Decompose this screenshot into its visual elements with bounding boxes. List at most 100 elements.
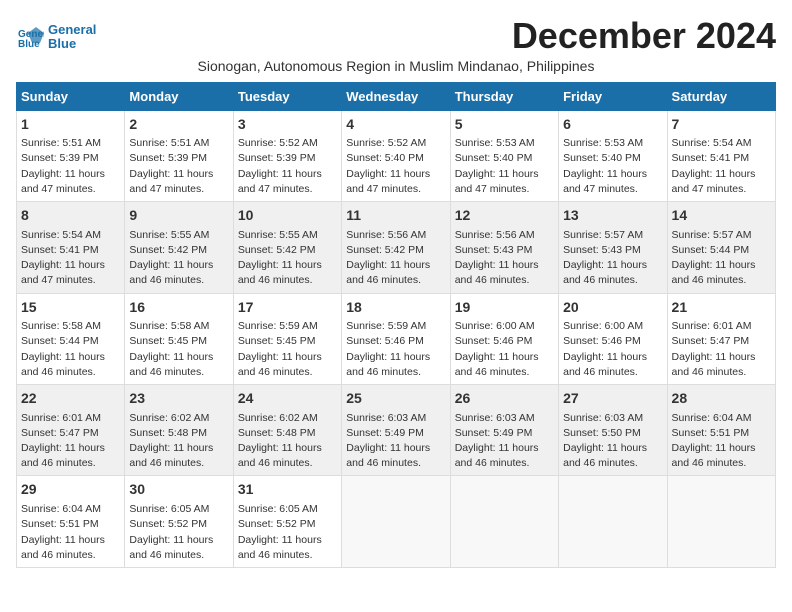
calendar-cell: 20Sunrise: 6:00 AMSunset: 5:46 PMDayligh… [559, 293, 667, 384]
calendar-cell: 29Sunrise: 6:04 AMSunset: 5:51 PMDayligh… [17, 476, 125, 567]
calendar-cell: 6Sunrise: 5:53 AMSunset: 5:40 PMDaylight… [559, 110, 667, 201]
day-number: 1 [21, 115, 120, 135]
calendar-week-row: 8Sunrise: 5:54 AMSunset: 5:41 PMDaylight… [17, 202, 776, 293]
cell-content: Sunrise: 6:02 AMSunset: 5:48 PMDaylight:… [129, 411, 228, 472]
day-number: 29 [21, 480, 120, 500]
calendar-cell: 26Sunrise: 6:03 AMSunset: 5:49 PMDayligh… [450, 385, 558, 476]
logo: General Blue General Blue [16, 23, 96, 52]
day-number: 23 [129, 389, 228, 409]
day-number: 6 [563, 115, 662, 135]
calendar-header-row: SundayMondayTuesdayWednesdayThursdayFrid… [17, 82, 776, 110]
calendar-cell: 30Sunrise: 6:05 AMSunset: 5:52 PMDayligh… [125, 476, 233, 567]
calendar-cell: 31Sunrise: 6:05 AMSunset: 5:52 PMDayligh… [233, 476, 341, 567]
calendar-header-thursday: Thursday [450, 82, 558, 110]
calendar-cell: 14Sunrise: 5:57 AMSunset: 5:44 PMDayligh… [667, 202, 775, 293]
calendar-cell: 25Sunrise: 6:03 AMSunset: 5:49 PMDayligh… [342, 385, 450, 476]
calendar-cell: 28Sunrise: 6:04 AMSunset: 5:51 PMDayligh… [667, 385, 775, 476]
cell-content: Sunrise: 5:58 AMSunset: 5:45 PMDaylight:… [129, 319, 228, 380]
cell-content: Sunrise: 5:54 AMSunset: 5:41 PMDaylight:… [21, 228, 120, 289]
cell-content: Sunrise: 5:52 AMSunset: 5:40 PMDaylight:… [346, 136, 445, 197]
calendar-header-monday: Monday [125, 82, 233, 110]
calendar-header-wednesday: Wednesday [342, 82, 450, 110]
calendar-cell: 4Sunrise: 5:52 AMSunset: 5:40 PMDaylight… [342, 110, 450, 201]
calendar-cell [559, 476, 667, 567]
day-number: 20 [563, 298, 662, 318]
calendar-cell: 11Sunrise: 5:56 AMSunset: 5:42 PMDayligh… [342, 202, 450, 293]
day-number: 12 [455, 206, 554, 226]
day-number: 10 [238, 206, 337, 226]
cell-content: Sunrise: 6:03 AMSunset: 5:49 PMDaylight:… [455, 411, 554, 472]
day-number: 28 [672, 389, 771, 409]
cell-content: Sunrise: 5:51 AMSunset: 5:39 PMDaylight:… [21, 136, 120, 197]
day-number: 9 [129, 206, 228, 226]
calendar-cell: 3Sunrise: 5:52 AMSunset: 5:39 PMDaylight… [233, 110, 341, 201]
calendar-week-row: 29Sunrise: 6:04 AMSunset: 5:51 PMDayligh… [17, 476, 776, 567]
cell-content: Sunrise: 6:01 AMSunset: 5:47 PMDaylight:… [672, 319, 771, 380]
calendar-cell: 13Sunrise: 5:57 AMSunset: 5:43 PMDayligh… [559, 202, 667, 293]
cell-content: Sunrise: 5:51 AMSunset: 5:39 PMDaylight:… [129, 136, 228, 197]
calendar-cell: 22Sunrise: 6:01 AMSunset: 5:47 PMDayligh… [17, 385, 125, 476]
cell-content: Sunrise: 6:04 AMSunset: 5:51 PMDaylight:… [21, 502, 120, 563]
cell-content: Sunrise: 5:54 AMSunset: 5:41 PMDaylight:… [672, 136, 771, 197]
calendar-cell: 1Sunrise: 5:51 AMSunset: 5:39 PMDaylight… [17, 110, 125, 201]
calendar-body: 1Sunrise: 5:51 AMSunset: 5:39 PMDaylight… [17, 110, 776, 567]
day-number: 16 [129, 298, 228, 318]
day-number: 3 [238, 115, 337, 135]
cell-content: Sunrise: 5:59 AMSunset: 5:46 PMDaylight:… [346, 319, 445, 380]
cell-content: Sunrise: 5:55 AMSunset: 5:42 PMDaylight:… [238, 228, 337, 289]
calendar-cell: 24Sunrise: 6:02 AMSunset: 5:48 PMDayligh… [233, 385, 341, 476]
cell-content: Sunrise: 6:02 AMSunset: 5:48 PMDaylight:… [238, 411, 337, 472]
cell-content: Sunrise: 5:57 AMSunset: 5:44 PMDaylight:… [672, 228, 771, 289]
day-number: 13 [563, 206, 662, 226]
day-number: 2 [129, 115, 228, 135]
logo-text-line1: General [48, 23, 96, 37]
calendar-header-sunday: Sunday [17, 82, 125, 110]
day-number: 4 [346, 115, 445, 135]
cell-content: Sunrise: 5:57 AMSunset: 5:43 PMDaylight:… [563, 228, 662, 289]
cell-content: Sunrise: 5:53 AMSunset: 5:40 PMDaylight:… [455, 136, 554, 197]
day-number: 24 [238, 389, 337, 409]
logo-icon: General Blue [16, 23, 44, 51]
calendar-week-row: 22Sunrise: 6:01 AMSunset: 5:47 PMDayligh… [17, 385, 776, 476]
calendar-cell: 2Sunrise: 5:51 AMSunset: 5:39 PMDaylight… [125, 110, 233, 201]
calendar-cell: 7Sunrise: 5:54 AMSunset: 5:41 PMDaylight… [667, 110, 775, 201]
day-number: 17 [238, 298, 337, 318]
calendar-cell: 9Sunrise: 5:55 AMSunset: 5:42 PMDaylight… [125, 202, 233, 293]
cell-content: Sunrise: 6:00 AMSunset: 5:46 PMDaylight:… [563, 319, 662, 380]
day-number: 15 [21, 298, 120, 318]
day-number: 25 [346, 389, 445, 409]
calendar-cell: 16Sunrise: 5:58 AMSunset: 5:45 PMDayligh… [125, 293, 233, 384]
cell-content: Sunrise: 5:58 AMSunset: 5:44 PMDaylight:… [21, 319, 120, 380]
cell-content: Sunrise: 5:56 AMSunset: 5:43 PMDaylight:… [455, 228, 554, 289]
day-number: 8 [21, 206, 120, 226]
cell-content: Sunrise: 6:01 AMSunset: 5:47 PMDaylight:… [21, 411, 120, 472]
calendar-cell [667, 476, 775, 567]
cell-content: Sunrise: 6:04 AMSunset: 5:51 PMDaylight:… [672, 411, 771, 472]
calendar-week-row: 1Sunrise: 5:51 AMSunset: 5:39 PMDaylight… [17, 110, 776, 201]
day-number: 11 [346, 206, 445, 226]
calendar-cell: 10Sunrise: 5:55 AMSunset: 5:42 PMDayligh… [233, 202, 341, 293]
calendar-cell: 27Sunrise: 6:03 AMSunset: 5:50 PMDayligh… [559, 385, 667, 476]
calendar-cell: 19Sunrise: 6:00 AMSunset: 5:46 PMDayligh… [450, 293, 558, 384]
calendar-cell: 12Sunrise: 5:56 AMSunset: 5:43 PMDayligh… [450, 202, 558, 293]
day-number: 5 [455, 115, 554, 135]
day-number: 7 [672, 115, 771, 135]
logo-text-line2: Blue [48, 37, 96, 51]
calendar-cell [342, 476, 450, 567]
calendar-table: SundayMondayTuesdayWednesdayThursdayFrid… [16, 82, 776, 568]
day-number: 14 [672, 206, 771, 226]
cell-content: Sunrise: 6:03 AMSunset: 5:50 PMDaylight:… [563, 411, 662, 472]
cell-content: Sunrise: 6:00 AMSunset: 5:46 PMDaylight:… [455, 319, 554, 380]
day-number: 27 [563, 389, 662, 409]
calendar-header-saturday: Saturday [667, 82, 775, 110]
cell-content: Sunrise: 5:55 AMSunset: 5:42 PMDaylight:… [129, 228, 228, 289]
month-title: December 2024 [512, 16, 776, 56]
calendar-cell: 8Sunrise: 5:54 AMSunset: 5:41 PMDaylight… [17, 202, 125, 293]
calendar-subtitle: Sionogan, Autonomous Region in Muslim Mi… [16, 58, 776, 74]
calendar-cell: 18Sunrise: 5:59 AMSunset: 5:46 PMDayligh… [342, 293, 450, 384]
cell-content: Sunrise: 6:03 AMSunset: 5:49 PMDaylight:… [346, 411, 445, 472]
day-number: 21 [672, 298, 771, 318]
cell-content: Sunrise: 5:53 AMSunset: 5:40 PMDaylight:… [563, 136, 662, 197]
calendar-cell: 17Sunrise: 5:59 AMSunset: 5:45 PMDayligh… [233, 293, 341, 384]
calendar-cell: 23Sunrise: 6:02 AMSunset: 5:48 PMDayligh… [125, 385, 233, 476]
